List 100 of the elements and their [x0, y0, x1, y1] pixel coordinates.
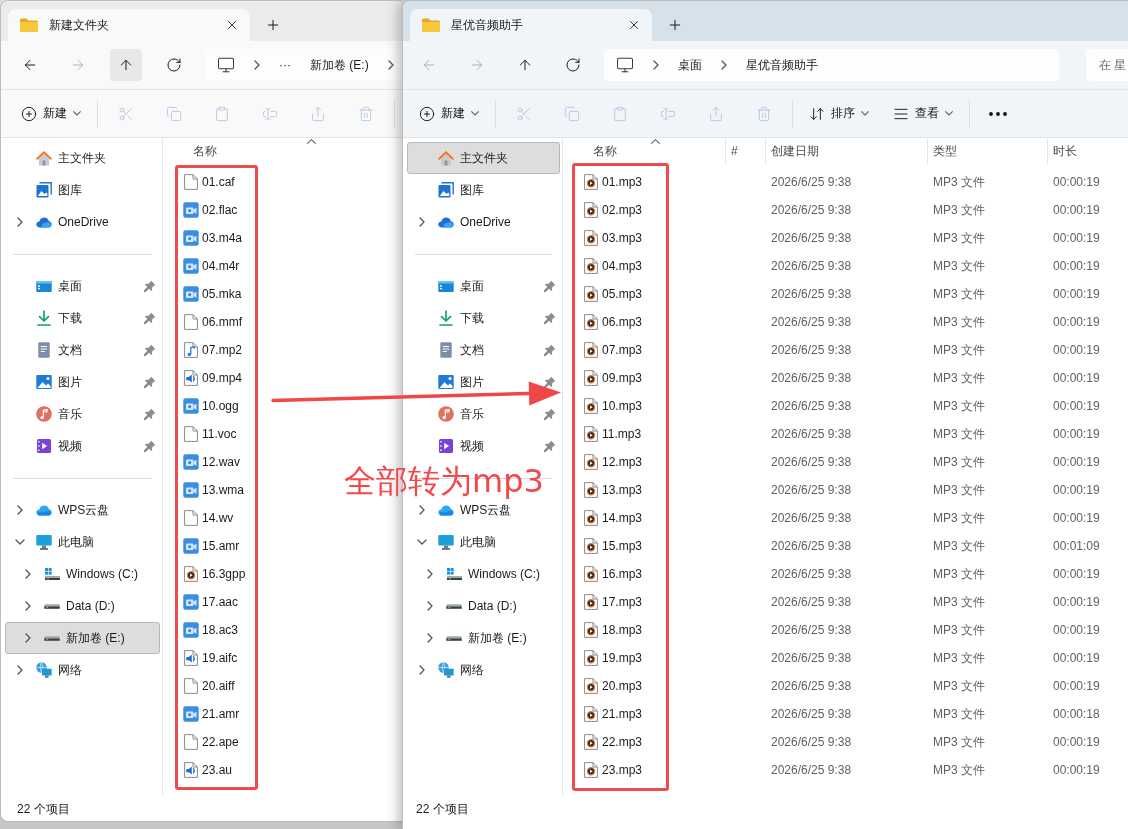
- sidebar-item[interactable]: WPS云盘: [5, 494, 160, 526]
- file-name[interactable]: 18.ac3: [202, 623, 239, 637]
- file-name[interactable]: 03.m4a: [202, 231, 243, 245]
- pin-icon[interactable]: [544, 280, 556, 292]
- sidebar-item[interactable]: 网络: [5, 654, 160, 686]
- sidebar-item[interactable]: 此电脑: [5, 526, 160, 558]
- pin-icon[interactable]: [144, 344, 156, 356]
- file-name[interactable]: 22.ape: [202, 735, 239, 749]
- file-name[interactable]: 23.mp3: [602, 763, 643, 777]
- sidebar-item[interactable]: 新加卷 (E:): [5, 622, 160, 654]
- file-name[interactable]: 12.mp3: [602, 455, 643, 469]
- file-name[interactable]: 12.wav: [202, 455, 241, 469]
- sidebar-item[interactable]: 图库: [5, 174, 160, 206]
- file-name[interactable]: 16.3gpp: [202, 567, 246, 581]
- file-name[interactable]: 02.flac: [202, 203, 238, 217]
- file-name[interactable]: 21.amr: [202, 707, 240, 721]
- file-name[interactable]: 09.mp4: [202, 371, 243, 385]
- sidebar-item[interactable]: 图片: [5, 366, 160, 398]
- tab[interactable]: 星优音频助手: [410, 9, 652, 41]
- chevron-right-icon[interactable]: [254, 60, 260, 70]
- chevron-right-icon[interactable]: [387, 60, 394, 70]
- file-name[interactable]: 13.mp3: [602, 483, 643, 497]
- file-name[interactable]: 03.mp3: [602, 231, 643, 245]
- chevron-right-icon[interactable]: [653, 60, 659, 70]
- breadcrumb[interactable]: 桌面: [678, 55, 702, 75]
- file-name[interactable]: 14.mp3: [602, 511, 643, 525]
- sidebar-item[interactable]: 视频: [5, 430, 160, 462]
- pin-icon[interactable]: [144, 440, 156, 452]
- search-field[interactable]: 在 星: [1086, 49, 1128, 81]
- file-name[interactable]: 01.mp3: [602, 175, 643, 189]
- pin-icon[interactable]: [144, 376, 156, 388]
- column-header[interactable]: 名称: [563, 138, 725, 164]
- view-button[interactable]: 查看: [885, 97, 961, 130]
- chevron-right-icon[interactable]: [419, 505, 425, 515]
- chevron-right-icon[interactable]: [17, 217, 23, 227]
- pin-icon[interactable]: [544, 344, 556, 356]
- chevron-right-icon[interactable]: [427, 569, 433, 579]
- file-name[interactable]: 04.mp3: [602, 259, 643, 273]
- sidebar-item[interactable]: 网络: [407, 654, 560, 686]
- address-bar[interactable]: 桌面 星优音频助手: [604, 49, 1059, 81]
- computer-icon[interactable]: [616, 56, 634, 74]
- sidebar-item[interactable]: OneDrive: [5, 206, 160, 238]
- pin-icon[interactable]: [544, 376, 556, 388]
- chevron-right-icon[interactable]: [17, 665, 23, 675]
- sidebar-item[interactable]: 视频: [407, 430, 560, 462]
- column-header[interactable]: 时长: [1047, 138, 1128, 164]
- sidebar-item[interactable]: 主文件夹: [5, 142, 160, 174]
- file-name[interactable]: 07.mp2: [202, 343, 243, 357]
- file-name[interactable]: 15.mp3: [602, 539, 643, 553]
- chevron-right-icon[interactable]: [419, 217, 425, 227]
- file-name[interactable]: 06.mp3: [602, 315, 643, 329]
- pin-icon[interactable]: [144, 312, 156, 324]
- pin-icon[interactable]: [144, 280, 156, 292]
- file-name[interactable]: 13.wma: [202, 483, 245, 497]
- sidebar-item[interactable]: 文档: [5, 334, 160, 366]
- file-name[interactable]: 10.ogg: [202, 399, 239, 413]
- file-name[interactable]: 07.mp3: [602, 343, 643, 357]
- chevron-right-icon[interactable]: [427, 633, 433, 643]
- file-name[interactable]: 01.caf: [202, 175, 235, 189]
- sidebar-item[interactable]: 音乐: [5, 398, 160, 430]
- chevron-right-icon[interactable]: [419, 665, 425, 675]
- sidebar-item[interactable]: 图库: [407, 174, 560, 206]
- sidebar-item[interactable]: 音乐: [407, 398, 560, 430]
- file-name[interactable]: 20.aiff: [202, 679, 235, 693]
- sidebar-item[interactable]: 下载: [5, 302, 160, 334]
- column-header[interactable]: 名称: [163, 138, 402, 164]
- file-name[interactable]: 02.mp3: [602, 203, 643, 217]
- sidebar-item[interactable]: 下载: [407, 302, 560, 334]
- new-button[interactable]: 新建: [411, 97, 487, 130]
- file-name[interactable]: 15.amr: [202, 539, 240, 553]
- file-name[interactable]: 17.aac: [202, 595, 239, 609]
- sidebar-item[interactable]: 桌面: [5, 270, 160, 302]
- address-bar[interactable]: ··· 新加卷 (E:): [205, 49, 402, 81]
- chevron-right-icon[interactable]: [17, 505, 23, 515]
- sidebar-item[interactable]: 桌面: [407, 270, 560, 302]
- file-name[interactable]: 22.mp3: [602, 735, 643, 749]
- pin-icon[interactable]: [544, 408, 556, 420]
- up-button[interactable]: [110, 49, 142, 81]
- file-name[interactable]: 10.mp3: [602, 399, 643, 413]
- file-name[interactable]: 20.mp3: [602, 679, 643, 693]
- file-name[interactable]: 09.mp3: [602, 371, 643, 385]
- file-name[interactable]: 23.au: [202, 763, 233, 777]
- new-button[interactable]: 新建: [13, 97, 89, 130]
- sidebar-item[interactable]: Windows (C:): [407, 558, 560, 590]
- breadcrumb[interactable]: 星优音频助手: [746, 55, 818, 75]
- chevron-right-icon[interactable]: [25, 601, 31, 611]
- chevron-down-icon[interactable]: [417, 539, 427, 545]
- file-name[interactable]: 06.mmf: [202, 315, 242, 329]
- file-name[interactable]: 19.aifc: [202, 651, 238, 665]
- file-name[interactable]: 04.m4r: [202, 259, 240, 273]
- chevron-right-icon[interactable]: [721, 60, 727, 70]
- file-name[interactable]: 21.mp3: [602, 707, 643, 721]
- file-name[interactable]: 14.wv: [202, 511, 234, 525]
- chevron-right-icon[interactable]: [25, 569, 31, 579]
- sidebar-item[interactable]: Windows (C:): [5, 558, 160, 590]
- chevron-down-icon[interactable]: [15, 539, 25, 545]
- file-name[interactable]: 05.mka: [202, 287, 242, 301]
- file-name[interactable]: 16.mp3: [602, 567, 643, 581]
- file-name[interactable]: 05.mp3: [602, 287, 643, 301]
- file-name[interactable]: 18.mp3: [602, 623, 643, 637]
